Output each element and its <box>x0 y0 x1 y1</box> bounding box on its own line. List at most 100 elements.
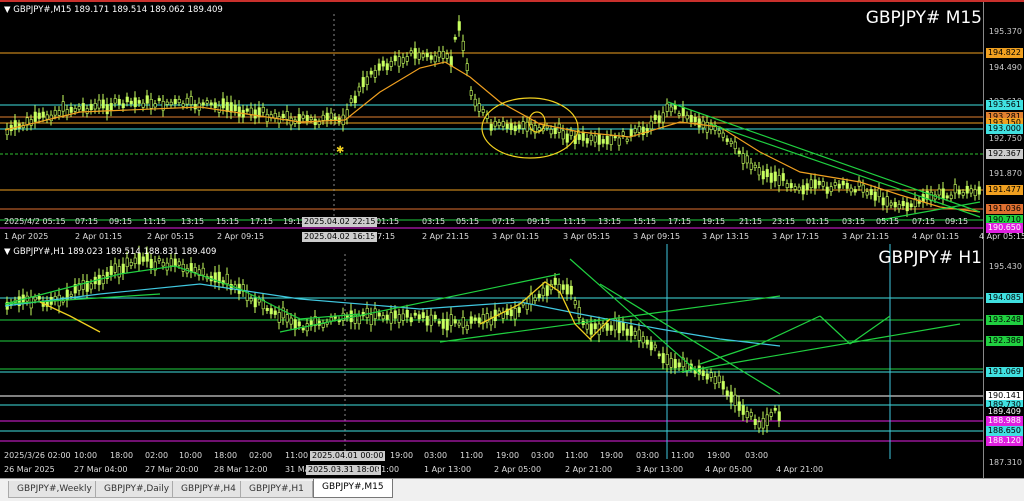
candle-body <box>189 263 193 273</box>
candle-body <box>445 318 449 331</box>
price-level-label: 188.988 <box>985 416 1023 426</box>
candle-body <box>901 200 905 206</box>
time-label: 11:15 <box>563 217 587 226</box>
candle-body <box>673 359 677 369</box>
chart-tab[interactable]: GBPJPY#,H4 <box>172 481 245 498</box>
candle-body <box>669 358 673 368</box>
price-level-label: 192.367 <box>985 149 1023 159</box>
candle-body <box>493 121 497 127</box>
price-level-label: 191.477 <box>985 185 1023 195</box>
candle-body <box>517 124 521 130</box>
time-label: 03:00 <box>531 451 555 460</box>
candle-body <box>413 48 417 59</box>
candle-body <box>561 130 565 140</box>
candle-body <box>605 135 609 145</box>
candle-body <box>285 314 289 323</box>
candle-body <box>729 140 733 144</box>
candle-body <box>621 322 625 331</box>
candle-body <box>501 121 505 127</box>
h1-chart-panel[interactable]: ▼ GBPJPY#,H1 189.023 189.514 188.831 189… <box>0 244 1024 478</box>
candle-body <box>125 257 129 267</box>
candle-body <box>173 258 177 267</box>
chart-tab[interactable]: GBPJPY#,H1 <box>240 481 313 498</box>
candle-body <box>97 99 101 109</box>
candle-body <box>641 336 645 344</box>
time-label: 21:15 <box>739 217 763 226</box>
candle-body <box>841 180 845 186</box>
candle-body <box>57 110 61 116</box>
price-tick-label: 192.750 <box>988 134 1022 143</box>
candle-body <box>445 53 449 59</box>
time-label: 3 Apr 13:00 <box>636 465 684 474</box>
candle-body <box>213 102 217 109</box>
candle-body <box>285 111 289 120</box>
candle-body <box>53 110 57 116</box>
candle-body <box>441 318 445 329</box>
candle-body <box>377 312 381 317</box>
candle-body <box>905 202 909 212</box>
time-label: 4 Apr 21:00 <box>776 465 824 474</box>
candle-body <box>513 125 517 132</box>
candle-body <box>329 112 333 120</box>
candle-body <box>453 319 457 324</box>
candle-body <box>765 169 769 178</box>
m15-price-axis[interactable]: 195.370194.490193.610192.750191.870194.8… <box>983 2 1024 245</box>
candle-body <box>137 100 141 104</box>
candle-body <box>473 98 477 107</box>
candle-body <box>689 115 693 123</box>
candle-body <box>773 408 777 411</box>
candle-body <box>637 126 641 133</box>
candle-body <box>657 115 661 123</box>
candle-body <box>525 303 529 310</box>
candle-body <box>757 421 761 429</box>
candle-body <box>229 102 233 113</box>
candle-body <box>773 171 777 182</box>
candle-body <box>701 370 705 376</box>
chart-tab[interactable]: GBPJPY#,Weekly <box>8 481 101 498</box>
candle-body <box>417 52 421 60</box>
candle-body <box>629 129 633 137</box>
candle-body <box>537 127 541 131</box>
candle-body <box>949 194 953 199</box>
candle-body <box>741 153 745 164</box>
candle-body <box>373 70 377 78</box>
candle-body <box>821 181 825 187</box>
candle-body <box>113 98 117 104</box>
m15-chart-panel[interactable]: ✱ ▼ GBPJPY#,M15 189.171 189.514 189.062 … <box>0 0 1024 245</box>
candle-body <box>805 183 809 191</box>
candle-body <box>709 372 713 378</box>
candle-body <box>509 309 513 317</box>
candle-body <box>961 192 965 196</box>
time-label: 17:15 <box>250 217 274 226</box>
candle-body <box>437 321 441 324</box>
h1-price-axis[interactable]: 195.430 187.310 194.085 193.248 192.386 191.0… <box>983 244 1024 478</box>
h1-price-plot[interactable] <box>0 244 1024 478</box>
candle-body <box>301 114 305 119</box>
candle-body <box>401 57 405 64</box>
time-label: 2025/4/2 05:15 <box>4 217 66 226</box>
candle-body <box>85 108 89 114</box>
candle-body <box>421 312 425 319</box>
time-label: 09:15 <box>109 217 133 226</box>
chart-tab[interactable]: GBPJPY#,Daily <box>95 481 179 498</box>
candle-body <box>217 105 221 113</box>
candle-body <box>469 316 473 324</box>
time-label: 01:15 <box>376 217 400 226</box>
chart-tab[interactable]: GBPJPY#,M15 <box>313 479 393 498</box>
candle-body <box>249 298 253 302</box>
time-label: 18:00 <box>110 451 134 460</box>
candle-body <box>973 189 977 197</box>
candle-body <box>649 120 653 130</box>
candle-body <box>37 112 41 119</box>
candle-body <box>469 90 473 96</box>
time-label: 03:00 <box>636 451 660 460</box>
m15-price-plot[interactable]: ✱ <box>0 2 1024 245</box>
candle-body <box>545 285 549 296</box>
candle-body <box>537 293 541 298</box>
candle-body <box>457 21 461 31</box>
candle-body <box>409 50 413 54</box>
candle-body <box>861 184 865 193</box>
price-level-label: 193.248 <box>985 315 1023 325</box>
time-label: 05:15 <box>876 217 900 226</box>
candle-body <box>413 312 417 316</box>
